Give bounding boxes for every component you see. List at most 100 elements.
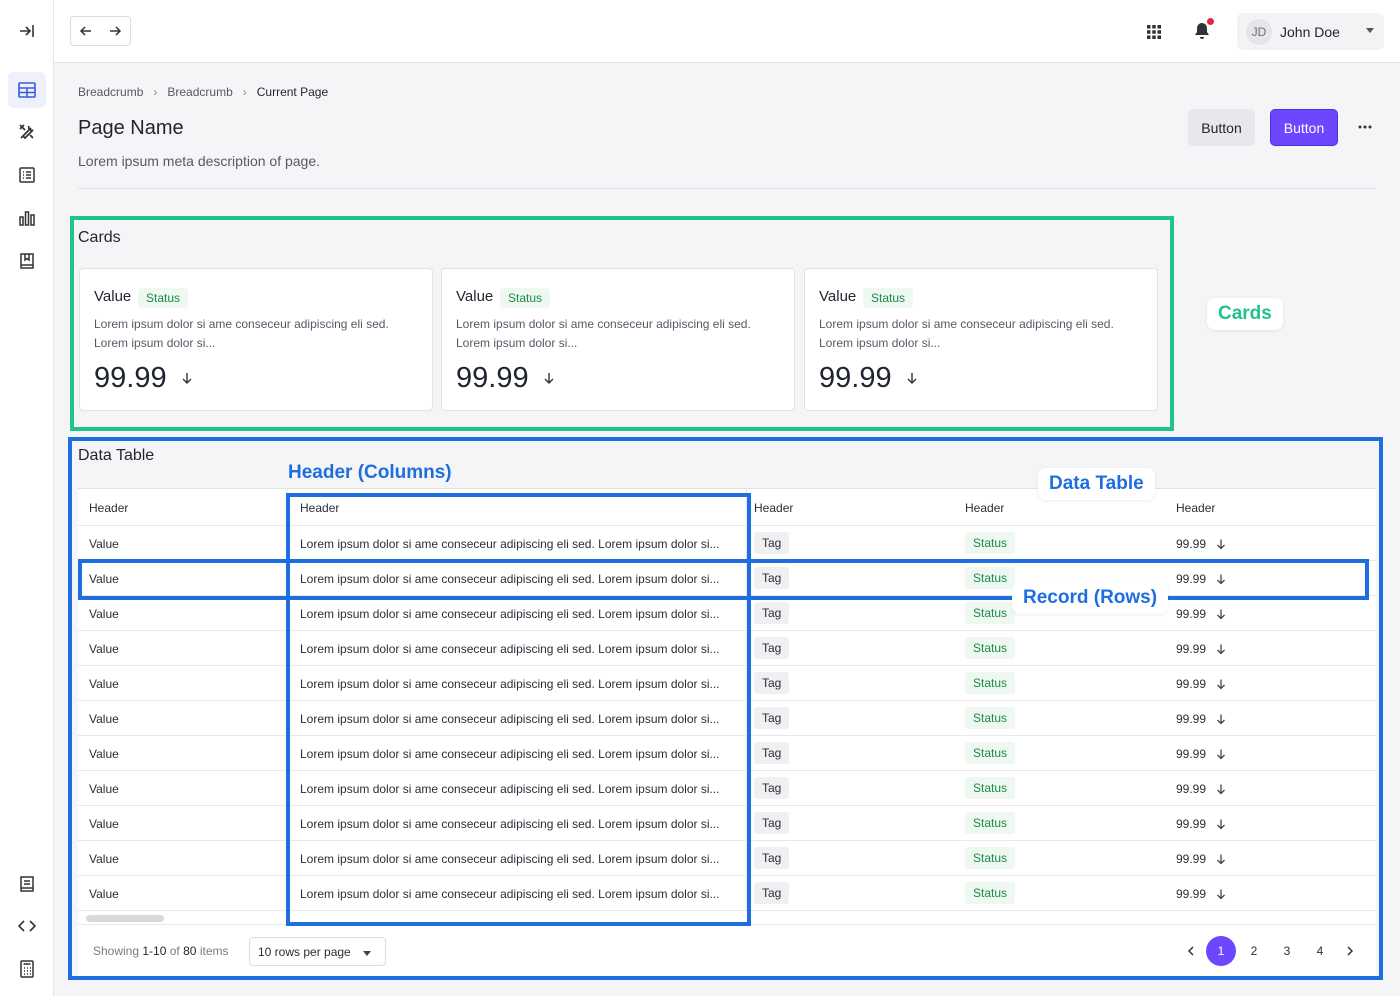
- apps-grid-icon[interactable]: [1144, 22, 1164, 42]
- cell-number: 99.99: [1176, 712, 1207, 726]
- sidebar-item-docs[interactable]: [8, 866, 46, 902]
- page-button[interactable]: 4: [1305, 936, 1335, 966]
- status-badge: Status: [863, 288, 914, 308]
- arrow-down-icon: [907, 373, 917, 384]
- column-header[interactable]: Header: [1176, 501, 1215, 515]
- arrow-down-icon: [1217, 714, 1225, 725]
- cell-number: 99.99: [1176, 642, 1207, 656]
- sidebar-item-tables[interactable]: [8, 72, 46, 108]
- column-header[interactable]: Header: [965, 501, 1004, 515]
- cell-value: Value: [89, 782, 119, 796]
- chevron-right-icon: ›: [153, 85, 158, 99]
- arrow-down-icon: [1217, 854, 1225, 865]
- card-description: Lorem ipsum dolor si ame conseceur adipi…: [94, 317, 389, 350]
- header-divider: [78, 188, 1376, 189]
- cell-value: Value: [89, 887, 119, 901]
- arrow-down-icon: [1217, 644, 1225, 655]
- arrow-right-icon: [110, 26, 122, 36]
- cell-number: 99.99: [1176, 782, 1207, 796]
- sidebar-item-analytics[interactable]: [8, 200, 46, 236]
- status-badge: Status: [965, 532, 1016, 554]
- tag-badge: Tag: [754, 847, 790, 869]
- back-button[interactable]: [71, 17, 101, 45]
- chevron-right-icon: [1347, 946, 1354, 956]
- calculator-icon: [20, 960, 34, 978]
- stat-card[interactable]: Value Status Lorem ipsum dolor si ame co…: [804, 268, 1158, 411]
- card-value: 99.99: [456, 362, 529, 394]
- column-header[interactable]: Header: [754, 501, 793, 515]
- breadcrumb-item[interactable]: Breadcrumb: [167, 85, 232, 99]
- forward-button[interactable]: [101, 17, 131, 45]
- avatar: JD: [1246, 18, 1272, 45]
- status-badge: Status: [965, 812, 1016, 834]
- status-badge: Status: [500, 288, 551, 308]
- card-value: 99.99: [819, 362, 892, 394]
- record-rows-annotation-label: Record (Rows): [1012, 582, 1169, 614]
- stat-card[interactable]: Value Status Lorem ipsum dolor si ame co…: [79, 268, 433, 411]
- tag-badge: Tag: [754, 882, 790, 904]
- tag-badge: Tag: [754, 672, 790, 694]
- tag-badge: Tag: [754, 777, 790, 799]
- page-button[interactable]: 1: [1206, 936, 1236, 966]
- chevron-down-icon: [363, 951, 371, 956]
- cell-value: Value: [89, 537, 119, 551]
- horizontal-scrollbar[interactable]: [86, 915, 164, 922]
- card-label: Value: [456, 288, 494, 305]
- secondary-button[interactable]: Button: [1188, 109, 1255, 146]
- arrow-down-icon: [1217, 609, 1225, 620]
- status-badge: Status: [965, 707, 1016, 729]
- arrow-down-icon: [1217, 539, 1225, 550]
- cards-section-title: Cards: [78, 229, 121, 246]
- page-button[interactable]: 2: [1239, 936, 1269, 966]
- chevron-left-icon: [1187, 946, 1194, 956]
- cell-value: Value: [89, 677, 119, 691]
- header-columns-highlight: [286, 493, 751, 926]
- code-icon: [17, 920, 37, 932]
- arrow-down-icon: [1217, 819, 1225, 830]
- rows-per-page-value: 10 rows per page: [258, 944, 351, 959]
- rows-per-page-select[interactable]: 10 rows per page: [249, 937, 386, 966]
- arrow-down-icon: [182, 373, 192, 384]
- sidebar-item-list[interactable]: [8, 157, 46, 193]
- status-badge: Status: [965, 847, 1016, 869]
- cards-annotation-label: Cards: [1207, 298, 1283, 330]
- card-value: 99.99: [94, 362, 167, 394]
- cell-number: 99.99: [1176, 817, 1207, 831]
- status-badge: Status: [965, 742, 1016, 764]
- tag-badge: Tag: [754, 707, 790, 729]
- user-menu[interactable]: JD John Doe: [1237, 13, 1384, 50]
- user-name: John Doe: [1280, 23, 1340, 40]
- arrow-left-icon: [79, 26, 91, 36]
- data-table-annotation-label: Data Table: [1038, 468, 1155, 500]
- sidebar-expand-icon: [20, 25, 34, 37]
- breadcrumb-current: Current Page: [256, 85, 329, 99]
- more-icon[interactable]: [1356, 118, 1374, 136]
- cell-value: Value: [89, 712, 119, 726]
- primary-button[interactable]: Button: [1270, 109, 1338, 146]
- arrow-down-icon: [1217, 784, 1225, 795]
- status-badge: Status: [965, 882, 1016, 904]
- cell-value: Value: [89, 607, 119, 621]
- sidebar-item-book[interactable]: [8, 243, 46, 279]
- page-button[interactable]: 3: [1272, 936, 1302, 966]
- showing-count: Showing 1-10 of 80 items: [93, 944, 229, 958]
- page-description: Lorem ipsum meta description of page.: [78, 153, 321, 169]
- cell-value: Value: [89, 747, 119, 761]
- status-badge: Status: [965, 672, 1016, 694]
- tag-badge: Tag: [754, 602, 790, 624]
- sidebar-item-tools[interactable]: [8, 114, 46, 150]
- card-description: Lorem ipsum dolor si ame conseceur adipi…: [819, 317, 1114, 350]
- table-footer: Showing 1-10 of 80 items 10 rows per pag…: [78, 924, 1376, 976]
- breadcrumb-item[interactable]: Breadcrumb: [78, 85, 143, 99]
- header-columns-annotation-label: Header (Columns): [288, 462, 452, 483]
- cell-number: 99.99: [1176, 887, 1207, 901]
- stat-card[interactable]: Value Status Lorem ipsum dolor si ame co…: [441, 268, 795, 411]
- column-header[interactable]: Header: [89, 501, 128, 515]
- history-nav: [70, 16, 131, 46]
- sidebar-item-calculator[interactable]: [8, 951, 46, 987]
- next-page-button[interactable]: [1335, 936, 1365, 966]
- sidebar-expand-button[interactable]: [8, 13, 46, 49]
- sidebar-item-code[interactable]: [8, 908, 46, 944]
- cell-value: Value: [89, 642, 119, 656]
- prev-page-button[interactable]: [1176, 936, 1206, 966]
